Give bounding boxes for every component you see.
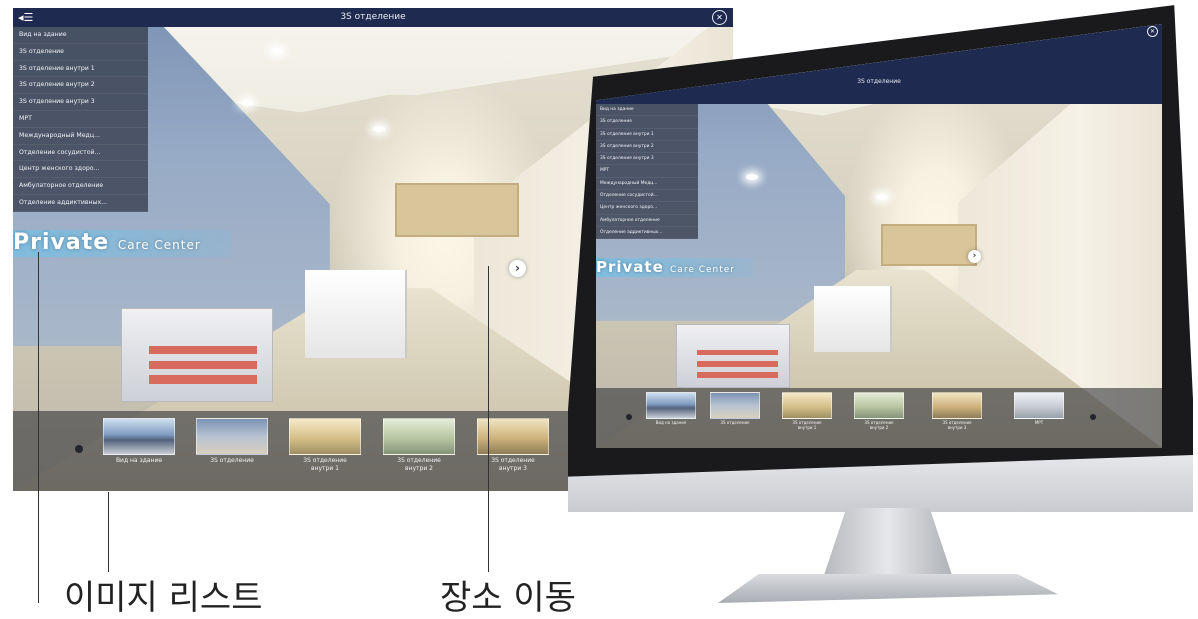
next-location-button[interactable]: › xyxy=(509,260,526,277)
thumbnail-item[interactable]: Вид на здание xyxy=(103,418,175,465)
thumbnail-image xyxy=(383,418,455,455)
sign-main: Private xyxy=(596,258,664,276)
thumbnail-caption: Вид на здание xyxy=(655,420,687,425)
menu-item[interactable]: Отделение сосудистой... xyxy=(596,190,698,203)
thumbnail-caption: МРТ xyxy=(1034,420,1044,425)
menu-item[interactable]: Отделение сосудистой... xyxy=(13,145,148,162)
menu-item[interactable]: 3S отделение внутри 1 xyxy=(596,129,698,141)
desktop-monitor: Private Care Center › ◂☰ 3S отделение ✕ … xyxy=(568,0,1193,603)
menu-item[interactable]: МРТ xyxy=(13,111,148,128)
ceiling-lamp xyxy=(271,48,283,54)
ceiling-lamp xyxy=(241,100,253,106)
thumbnail-image xyxy=(782,392,832,419)
thumbnail-image xyxy=(196,418,268,455)
menu-item[interactable]: 3S отделение внутри 3 xyxy=(13,94,148,111)
menu-item[interactable]: Международный Медц... xyxy=(596,178,698,191)
callout-line-move-location xyxy=(488,266,489,572)
thumbnail-caption: Вид на здание xyxy=(115,457,163,464)
corridor-door-frame xyxy=(881,224,977,266)
thumbnail-caption: 3S отделение внутри 2 xyxy=(864,420,894,430)
thumbnail-item[interactable]: МРТ xyxy=(1014,392,1064,425)
menu-item[interactable]: 3S отделение xyxy=(13,44,148,61)
thumbnail-item[interactable]: 3S отделение xyxy=(710,392,760,425)
menu-item[interactable]: Вид на здание xyxy=(13,27,148,44)
menu-item[interactable]: Амбулаторное отделение xyxy=(596,215,698,227)
medical-cart xyxy=(676,324,790,388)
thumbnail-item[interactable]: 3S отделение внутри 3 xyxy=(932,392,982,430)
scroll-left-dot[interactable] xyxy=(626,414,632,420)
menu-item[interactable]: 3S отделение xyxy=(596,116,698,129)
menu-item[interactable]: 3S отделение внутри 1 xyxy=(13,61,148,78)
close-icon[interactable]: ✕ xyxy=(1147,26,1158,37)
thumbnail-image xyxy=(932,392,982,419)
thumbnail-item[interactable]: Вид на здание xyxy=(646,392,696,425)
menu-item[interactable]: Международный Медц... xyxy=(13,128,148,145)
location-menu: Вид на здание 3S отделение 3S отделение … xyxy=(596,104,698,240)
title-bar: ◂☰ 3S отделение ✕ xyxy=(596,24,1162,104)
thumbnail-caption: 3S отделение внутри 1 xyxy=(792,420,822,430)
menu-item[interactable]: Центр женского здоро... xyxy=(596,202,698,215)
menu-item[interactable]: Амбулаторное отделение xyxy=(13,178,148,195)
menu-item[interactable]: 3S отделение внутри 2 xyxy=(596,141,698,154)
thumbnail-caption: 3S отделение xyxy=(720,420,750,425)
callout-line-menu xyxy=(38,252,39,603)
thumbnail-image xyxy=(646,392,696,419)
corridor-door-frame xyxy=(395,183,519,237)
thumbnail-caption: 3S отделение внутри 2 xyxy=(397,457,441,472)
thumbnail-item[interactable]: 3S отделение внутри 2 xyxy=(854,392,904,430)
thumbnail-item[interactable]: 3S отделение внутри 1 xyxy=(289,418,361,472)
menu-item[interactable]: Отделение аддиктивных... xyxy=(13,195,148,212)
menu-item[interactable]: 3S отделение внутри 3 xyxy=(596,153,698,166)
callout-line-image-list xyxy=(108,492,109,572)
private-care-center-sign: Private Care Center xyxy=(13,230,231,257)
monitor-stand-neck xyxy=(823,508,953,578)
location-menu: Вид на здание 3S отделение 3S отделение … xyxy=(13,27,148,212)
scroll-right-dot[interactable] xyxy=(1090,414,1096,420)
private-care-center-sign: Private Care Center xyxy=(596,258,754,277)
next-location-button[interactable]: › xyxy=(968,250,981,263)
menu-item[interactable]: Центр женского здоро... xyxy=(13,161,148,179)
sign-main: Private xyxy=(13,230,110,255)
thumbnail-item[interactable]: 3S отделение xyxy=(196,418,268,465)
thumbnail-item[interactable]: 3S отделение внутри 2 xyxy=(383,418,455,472)
thumbnail-strip: Вид на здание 3S отделение 3S отделение … xyxy=(596,388,1162,448)
sign-sub: Care Center xyxy=(117,238,201,252)
ceiling-lamp xyxy=(876,194,888,200)
menu-item[interactable]: МРТ xyxy=(596,165,698,178)
thumbnail-caption: 3S отделение xyxy=(210,457,254,464)
image-list-label: 이미지 리스트 xyxy=(64,578,263,618)
scroll-left-dot[interactable] xyxy=(75,445,83,453)
move-location-label: 장소 이동 xyxy=(440,578,576,618)
chevron-right-icon: › xyxy=(515,261,520,275)
thumbnail-image xyxy=(103,418,175,455)
medical-cart xyxy=(121,308,273,402)
menu-item[interactable]: 3S отделение внутри 2 xyxy=(13,77,148,95)
thumbnail-caption: 3S отделение внутри 1 xyxy=(303,457,347,472)
reception-counter xyxy=(814,286,892,352)
thumbnail-image xyxy=(1014,392,1064,419)
monitor-stand-base xyxy=(718,574,1058,603)
sign-sub: Care Center xyxy=(670,265,736,275)
thumbnail-caption: 3S отделение внутри 3 xyxy=(942,420,972,430)
ceiling-lamp xyxy=(746,174,758,180)
chevron-right-icon: › xyxy=(972,251,977,261)
reception-counter xyxy=(305,270,407,358)
thumbnail-item[interactable]: 3S отделение внутри 1 xyxy=(782,392,832,430)
ceiling-lamp xyxy=(373,126,385,132)
menu-item[interactable]: Отделение аддиктивных... xyxy=(596,227,698,240)
menu-item[interactable]: Вид на здание xyxy=(596,104,698,117)
thumbnail-image xyxy=(289,418,361,455)
thumbnail-image xyxy=(854,392,904,419)
thumbnail-image xyxy=(710,392,760,419)
